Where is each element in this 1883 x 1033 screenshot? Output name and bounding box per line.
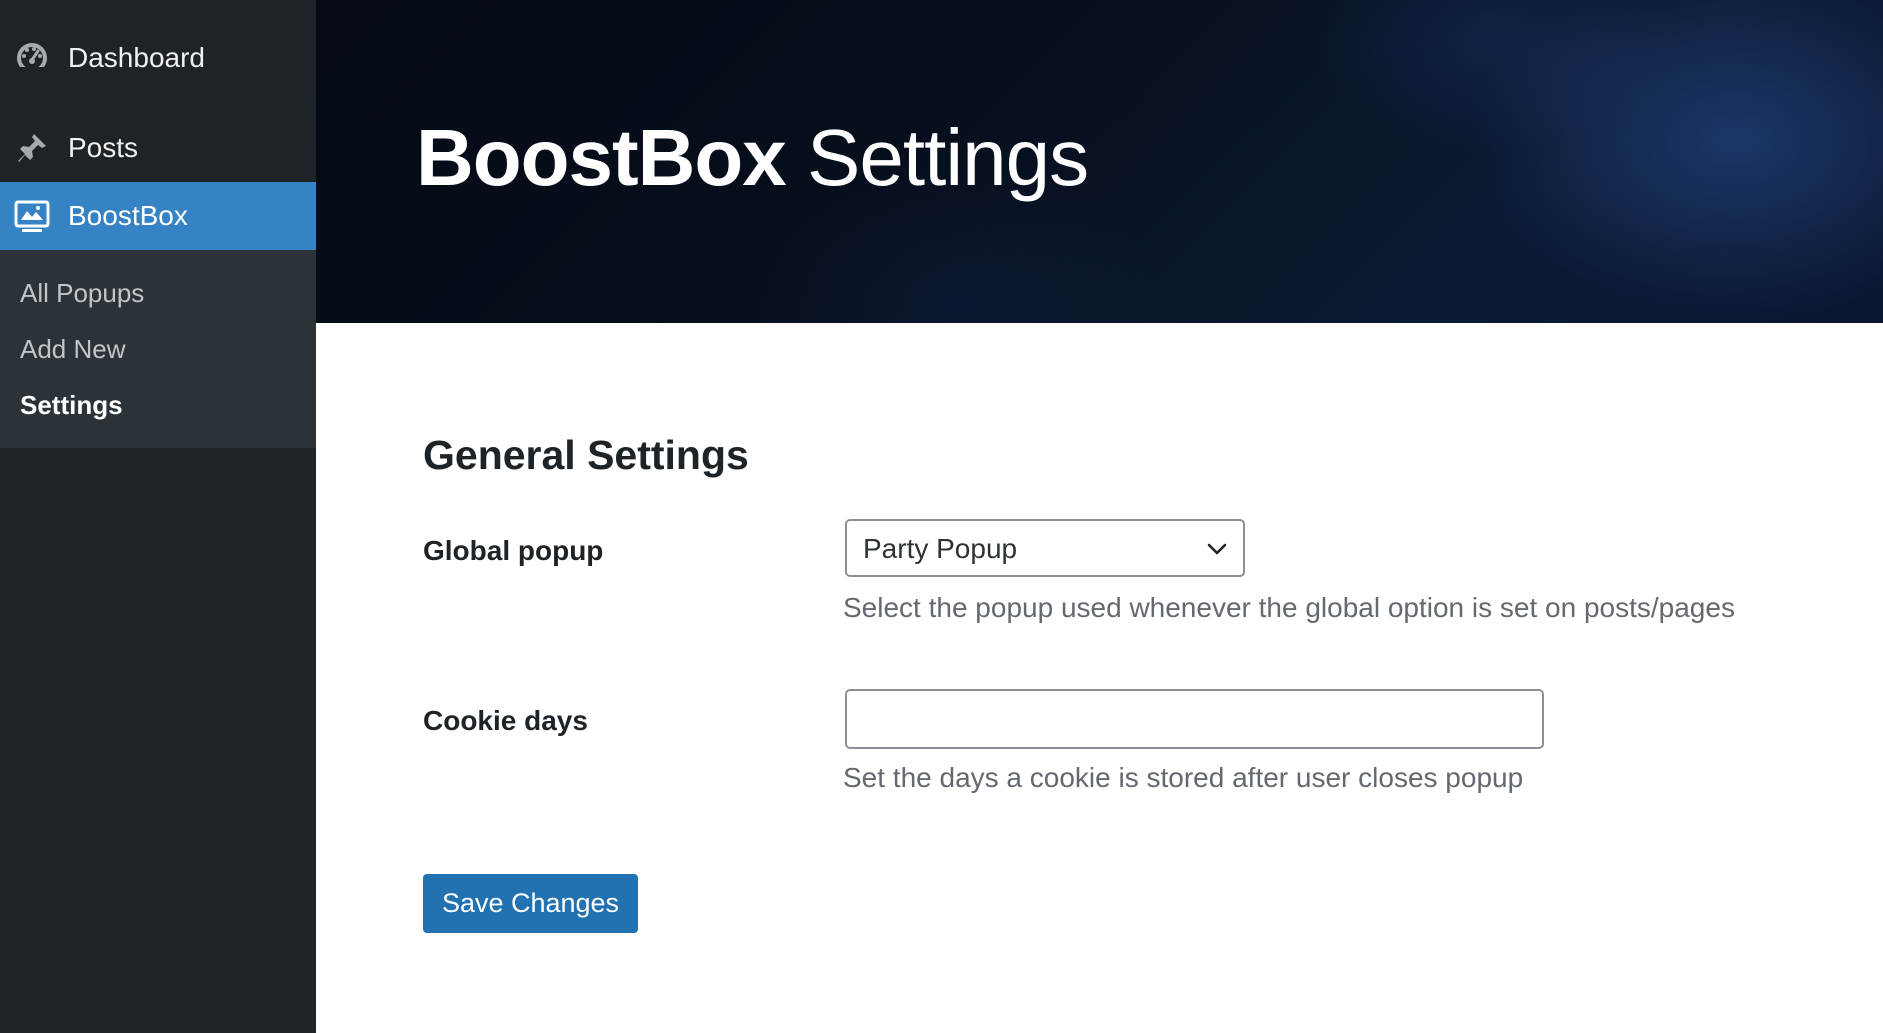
popup-window-icon bbox=[14, 198, 50, 234]
page-title: BoostBox Settings bbox=[416, 112, 1089, 204]
header-banner: BoostBox Settings bbox=[316, 0, 1883, 323]
admin-sidebar: Dashboard Posts BoostBox All Popups Add … bbox=[0, 0, 316, 1033]
section-title: General Settings bbox=[423, 432, 749, 478]
sidebar-item-posts[interactable]: Posts bbox=[0, 122, 316, 174]
submenu-item-add-new[interactable]: Add New bbox=[20, 334, 126, 365]
global-popup-label: Global popup bbox=[423, 535, 604, 566]
sidebar-item-label: BoostBox bbox=[68, 200, 188, 231]
cookie-days-input[interactable] bbox=[845, 689, 1544, 749]
sidebar-item-label: Dashboard bbox=[68, 42, 205, 73]
global-popup-help: Select the popup used whenever the globa… bbox=[843, 592, 1735, 623]
page-title-brand: BoostBox bbox=[416, 113, 787, 202]
cookie-days-label: Cookie days bbox=[423, 705, 588, 736]
dashboard-gauge-icon bbox=[14, 40, 50, 76]
chevron-down-icon bbox=[1205, 537, 1229, 561]
sidebar-item-dashboard[interactable]: Dashboard bbox=[0, 32, 316, 84]
cookie-days-help: Set the days a cookie is stored after us… bbox=[843, 762, 1524, 793]
global-popup-select[interactable]: Party Popup bbox=[845, 519, 1245, 577]
submenu-item-settings[interactable]: Settings bbox=[20, 390, 123, 421]
sidebar-item-label: Posts bbox=[68, 132, 139, 163]
pushpin-icon bbox=[14, 130, 50, 166]
global-popup-selected-value: Party Popup bbox=[863, 533, 1018, 564]
submenu-item-all-popups[interactable]: All Popups bbox=[20, 278, 144, 309]
sidebar-item-boostbox[interactable]: BoostBox bbox=[0, 182, 316, 250]
page-title-rest: Settings bbox=[807, 113, 1089, 202]
save-changes-button[interactable]: Save Changes bbox=[423, 874, 638, 933]
